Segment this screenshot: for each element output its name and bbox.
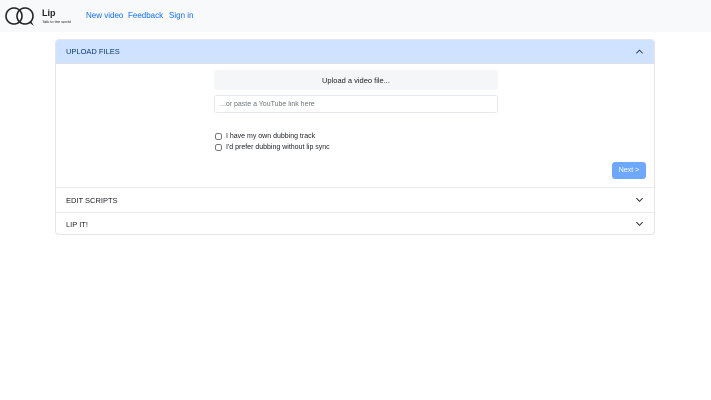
no-lip-sync-label: I'd prefer dubbing without lip sync: [226, 144, 330, 151]
nav-feedback[interactable]: Feedback: [128, 11, 163, 20]
edit-scripts-title: EDIT SCRIPTS: [66, 195, 118, 205]
nav-new-video[interactable]: New video: [86, 11, 123, 20]
no-lip-sync-checkbox[interactable]: [215, 144, 222, 151]
chevron-down-icon[interactable]: [635, 195, 644, 204]
upload-files-header[interactable]: UPLOAD FILES: [56, 40, 654, 64]
own-dubbing-option[interactable]: I have my own dubbing track: [215, 133, 315, 140]
lip-it-title: LIP IT!: [66, 219, 88, 229]
logo-icon[interactable]: [4, 5, 36, 27]
own-dubbing-label: I have my own dubbing track: [226, 133, 316, 140]
brand-name[interactable]: Lip: [42, 8, 56, 18]
workflow-accordion: UPLOAD FILES Upload a video file... I ha…: [55, 39, 655, 235]
lip-it-header[interactable]: LIP IT!: [56, 212, 654, 234]
edit-scripts-header[interactable]: EDIT SCRIPTS: [56, 188, 654, 212]
no-lip-sync-option[interactable]: I'd prefer dubbing without lip sync: [215, 144, 330, 151]
brand-tagline: Talk to the world: [42, 19, 71, 24]
next-button[interactable]: Next >: [612, 162, 646, 179]
upload-video-button[interactable]: Upload a video file...: [214, 70, 498, 90]
navbar: Lip Talk to the world New video Feedback…: [0, 0, 711, 32]
own-dubbing-checkbox[interactable]: [215, 133, 222, 140]
youtube-link-input[interactable]: [214, 95, 498, 113]
chevron-up-icon[interactable]: [635, 47, 644, 56]
nav-sign-in[interactable]: Sign in: [169, 11, 193, 20]
chevron-down-icon[interactable]: [635, 219, 644, 228]
upload-files-title: UPLOAD FILES: [66, 47, 120, 56]
